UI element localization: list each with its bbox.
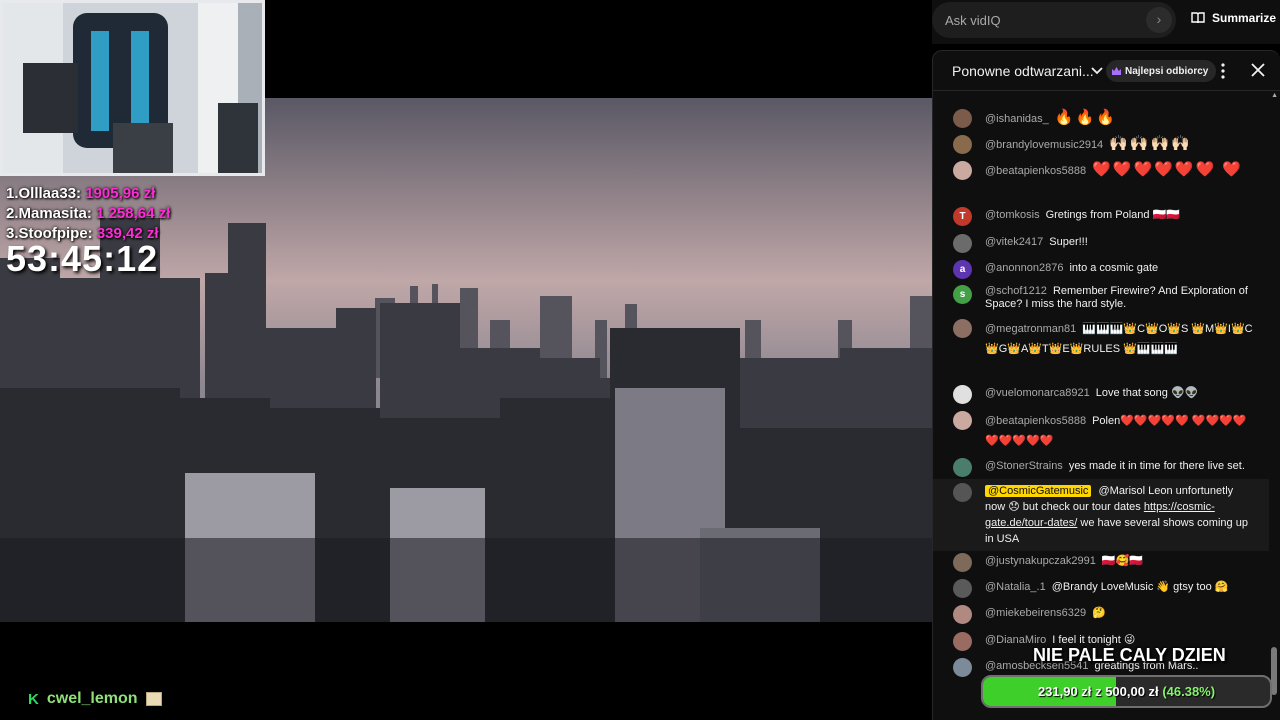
chat-author[interactable]: @brandylovemusic2914 bbox=[985, 139, 1103, 151]
chat-message: @vuelomonarca8921 Love that song 👽👽 bbox=[953, 385, 1253, 404]
chat-text: 🇵🇱🥰🇵🇱 bbox=[1101, 555, 1143, 567]
chevron-right-icon[interactable]: › bbox=[1146, 7, 1172, 33]
avatar: T bbox=[953, 207, 972, 226]
leaderboard-name: 2.Mamasita: bbox=[6, 205, 92, 222]
chat-text: Super!!! bbox=[1049, 236, 1088, 248]
chat-author[interactable]: @ishanidas_ bbox=[985, 113, 1049, 125]
chat-message: @miekebeirens6329 🤔 bbox=[953, 605, 1253, 624]
more-options-icon[interactable] bbox=[1220, 62, 1226, 80]
chat-message: @brandylovemusic2914 🙌🏻🙌🏻🙌🏻🙌🏻 bbox=[953, 135, 1253, 154]
chat-message: @beatapienkos5888 Polen❤️❤️❤️❤️❤️ ❤️❤️❤️❤… bbox=[953, 411, 1253, 451]
chat-text: Gretings from Poland 🇵🇱🇵🇱 bbox=[1045, 209, 1180, 221]
chat-header: Ponowne odtwarzani... Najlepsi odbiorcy bbox=[933, 51, 1280, 91]
chat-author[interactable]: @megatronman81 bbox=[985, 323, 1076, 335]
top-fans-label: Najlepsi odbiorcy bbox=[1125, 65, 1209, 77]
chat-author[interactable]: @justynakupczak2991 bbox=[985, 555, 1096, 567]
leaderboard-amount: 1 258,64 zł bbox=[96, 205, 171, 222]
donation-leaderboard: 1.Olllaa33: 1905,96 zł 2.Mamasita: 1 258… bbox=[6, 184, 170, 244]
subathon-timer: 53:45:12 bbox=[6, 238, 159, 279]
chat-author[interactable]: @Natalia_.1 bbox=[985, 581, 1046, 593]
chat-mode-title[interactable]: Ponowne odtwarzani... bbox=[952, 63, 1094, 79]
streamer-tag: K cwel_lemon bbox=[28, 690, 162, 708]
summarize-button[interactable]: Summarize bbox=[1191, 11, 1276, 25]
chat-author[interactable]: @tomkosis bbox=[985, 209, 1040, 221]
chat-author[interactable]: @beatapienkos5888 bbox=[985, 165, 1086, 177]
city-skyline-image bbox=[0, 98, 932, 622]
leaderboard-row: 2.Mamasita: 1 258,64 zł bbox=[6, 204, 170, 224]
streamer-name: cwel_lemon bbox=[46, 690, 138, 707]
chat-message: s @schof1212 Remember Firewire? And Explo… bbox=[953, 285, 1253, 311]
emote-icon bbox=[145, 692, 162, 706]
close-icon[interactable] bbox=[1251, 63, 1265, 77]
chat-author[interactable]: @schof1212 bbox=[985, 285, 1047, 297]
chat-message: @beatapienkos5888 ❤️❤️❤️❤️❤️❤️ ❤️ bbox=[953, 161, 1253, 180]
goal-title: NIE PALE CALY DZIEN bbox=[1033, 645, 1226, 665]
vidiq-toolbar: Ask vidIQ › Summarize bbox=[932, 0, 1280, 44]
goal-separator: z bbox=[1095, 684, 1102, 699]
goal-current: 231,90 zł bbox=[1037, 684, 1092, 699]
avatar bbox=[953, 605, 972, 624]
leaderboard-amount: 1905,96 zł bbox=[85, 185, 156, 202]
top-fans-button[interactable]: Najlepsi odbiorcy bbox=[1106, 60, 1217, 82]
avatar bbox=[953, 458, 972, 477]
chat-text: 🙌🏻🙌🏻🙌🏻🙌🏻 bbox=[1109, 135, 1192, 152]
live-chat-panel: Ponowne odtwarzani... Najlepsi odbiorcy … bbox=[932, 50, 1280, 720]
avatar bbox=[953, 234, 972, 253]
avatar bbox=[953, 632, 972, 651]
goal-target: 500,00 zł bbox=[1105, 684, 1159, 699]
avatar bbox=[953, 135, 972, 154]
chat-message: @justynakupczak2991 🇵🇱🥰🇵🇱 bbox=[953, 553, 1253, 572]
donation-goal-bar: 231,90 zł z 500,00 zł (46.38%) bbox=[981, 675, 1272, 708]
chat-message: @ishanidas_ 🔥🔥🔥 bbox=[953, 109, 1253, 128]
book-icon bbox=[1191, 12, 1205, 24]
chat-message: T @tomkosis Gretings from Poland 🇵🇱🇵🇱 bbox=[953, 207, 1253, 226]
avatar bbox=[953, 579, 972, 598]
chat-message: @megatronman81 🎹🎹🎹👑C👑O👑S 👑M👑I👑C👑G👑A👑T👑E👑R… bbox=[953, 319, 1253, 359]
webcam-feed bbox=[0, 0, 265, 176]
ask-vidiq-placeholder: Ask vidIQ bbox=[945, 12, 1001, 28]
video-player[interactable] bbox=[0, 98, 932, 622]
avatar bbox=[953, 161, 972, 180]
crown-icon bbox=[1112, 67, 1121, 75]
chat-author[interactable]: @anonnon2876 bbox=[985, 262, 1063, 274]
leaderboard-name: 1.Olllaa33: bbox=[6, 185, 82, 202]
scroll-up-icon[interactable]: ▲ bbox=[1271, 92, 1278, 99]
summarize-label: Summarize bbox=[1212, 11, 1277, 25]
avatar bbox=[953, 385, 972, 404]
chevron-down-icon[interactable] bbox=[1090, 63, 1104, 77]
goal-progress-text: 231,90 zł z 500,00 zł (46.38%) bbox=[983, 677, 1270, 706]
chat-author[interactable]: @vuelomonarca8921 bbox=[985, 387, 1090, 399]
chat-text: into a cosmic gate bbox=[1069, 262, 1159, 274]
chat-message: @vitek2417 Super!!! bbox=[953, 234, 1253, 253]
chat-author[interactable]: @vitek2417 bbox=[985, 236, 1043, 248]
leaderboard-row: 1.Olllaa33: 1905,96 zł bbox=[6, 184, 170, 204]
chat-text: yes made it in time for there live set. bbox=[1068, 460, 1245, 472]
avatar: a bbox=[953, 260, 972, 279]
avatar bbox=[953, 658, 972, 677]
chat-message: @Natalia_.1 @Brandy LoveMusic 👋 gtsy too … bbox=[953, 579, 1253, 598]
chat-message: a @anonnon2876 into a cosmic gate bbox=[953, 260, 1253, 279]
chat-author[interactable]: @miekebeirens6329 bbox=[985, 607, 1086, 619]
ask-vidiq-input[interactable]: Ask vidIQ › bbox=[932, 2, 1176, 38]
goal-percent: (46.38%) bbox=[1162, 684, 1216, 699]
chat-author[interactable]: @StonerStrains bbox=[985, 460, 1063, 472]
avatar bbox=[953, 553, 972, 572]
chat-text: 🔥🔥🔥 bbox=[1054, 109, 1117, 126]
kick-icon: K bbox=[28, 690, 39, 708]
chat-text: Love that song 👽👽 bbox=[1095, 387, 1199, 399]
webcam-image bbox=[3, 3, 262, 173]
avatar bbox=[953, 319, 972, 338]
avatar bbox=[953, 483, 972, 502]
chat-message: @StonerStrains yes made it in time for th… bbox=[953, 458, 1253, 477]
chat-text: 🤔 bbox=[1092, 607, 1106, 619]
avatar: s bbox=[953, 285, 972, 304]
avatar bbox=[953, 411, 972, 430]
chat-text: ❤️❤️❤️❤️❤️❤️ ❤️ bbox=[1092, 161, 1243, 178]
chat-author-owner[interactable]: @CosmicGatemusic bbox=[985, 485, 1092, 497]
chat-message-highlighted: @CosmicGatemusic @Marisol Leon unfortune… bbox=[953, 483, 1253, 547]
avatar bbox=[953, 109, 972, 128]
chat-author[interactable]: @beatapienkos5888 bbox=[985, 415, 1086, 427]
chat-text: @Brandy LoveMusic 👋 gtsy too 🤗 bbox=[1051, 581, 1229, 593]
